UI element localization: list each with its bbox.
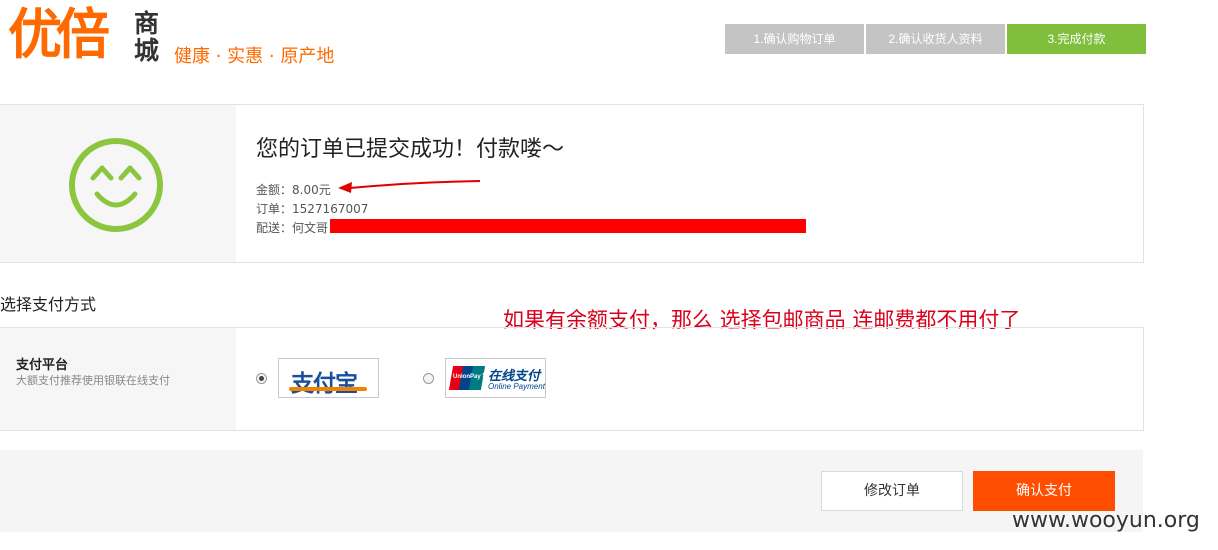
step-complete-payment: 3.完成付款 — [1007, 24, 1146, 54]
amount-value: 8.00元 — [292, 183, 331, 197]
checkout-steps: 1.确认购物订单 2.确认收货人资料 3.完成付款 — [725, 24, 1148, 54]
logo-side-text: 商城 — [134, 9, 160, 65]
modify-order-button[interactable]: 修改订单 — [821, 471, 963, 511]
success-title: 您的订单已提交成功！付款喽～ — [256, 137, 565, 162]
watermark: www.wooyun.org — [1012, 508, 1200, 533]
delivery-value: 何文哥 — [292, 221, 329, 235]
alipay-logo-icon: 支付宝 — [291, 371, 358, 397]
amount-label: 金额： — [256, 183, 293, 197]
unionpay-option[interactable]: UnionPay 银联 在线支付 Online Payment — [445, 358, 546, 398]
success-icon-area — [0, 105, 236, 262]
annotation-arrow-icon — [338, 180, 481, 193]
confirm-payment-button[interactable]: 确认支付 — [973, 471, 1115, 511]
delivery-line: 配送：何文哥 — [256, 219, 328, 236]
order-success-panel: 您的订单已提交成功！付款喽～ 金额：8.00元 订单：1527167007 配送… — [0, 104, 1144, 263]
alipay-radio[interactable] — [256, 373, 267, 384]
order-number-line: 订单：1527167007 — [256, 200, 368, 217]
redaction-bar — [330, 219, 806, 233]
payment-platform-info: 支付平台 大额支付推荐使用银联在线支付 — [0, 328, 236, 430]
payment-platform-desc: 大额支付推荐使用银联在线支付 — [16, 374, 170, 387]
payment-method-title: 选择支付方式 — [0, 295, 97, 314]
payment-platform-label: 支付平台 — [16, 358, 69, 373]
step-confirm-receiver: 2.确认收货人资料 — [866, 24, 1005, 54]
site-logo[interactable]: 优倍 商城 健康 · 实惠 · 原产地 — [8, 3, 348, 68]
logo-slogan: 健康 · 实惠 · 原产地 — [174, 46, 335, 67]
amount-line: 金额：8.00元 — [256, 181, 331, 198]
unionpay-logo-icon: UnionPay 银联 — [448, 364, 494, 392]
smiley-icon — [69, 138, 163, 232]
unionpay-sublabel: Online Payment — [488, 382, 545, 391]
logo-main-text: 优倍 — [8, 3, 110, 66]
action-bar: 修改订单 确认支付 — [0, 450, 1143, 532]
alipay-swoosh — [289, 387, 367, 391]
payment-page: 优倍 商城 健康 · 实惠 · 原产地 1.确认购物订单 2.确认收货人资料 3… — [0, 0, 1218, 550]
order-number-label: 订单： — [256, 202, 293, 216]
alipay-option[interactable]: 支付宝 — [278, 358, 379, 398]
delivery-label: 配送： — [256, 221, 293, 235]
payment-platform-panel: 支付平台 大额支付推荐使用银联在线支付 支付宝 UnionPay 银联 在线支付… — [0, 327, 1144, 431]
order-number-value: 1527167007 — [292, 202, 369, 216]
unionpay-radio[interactable] — [423, 373, 434, 384]
step-confirm-cart: 1.确认购物订单 — [725, 24, 864, 54]
